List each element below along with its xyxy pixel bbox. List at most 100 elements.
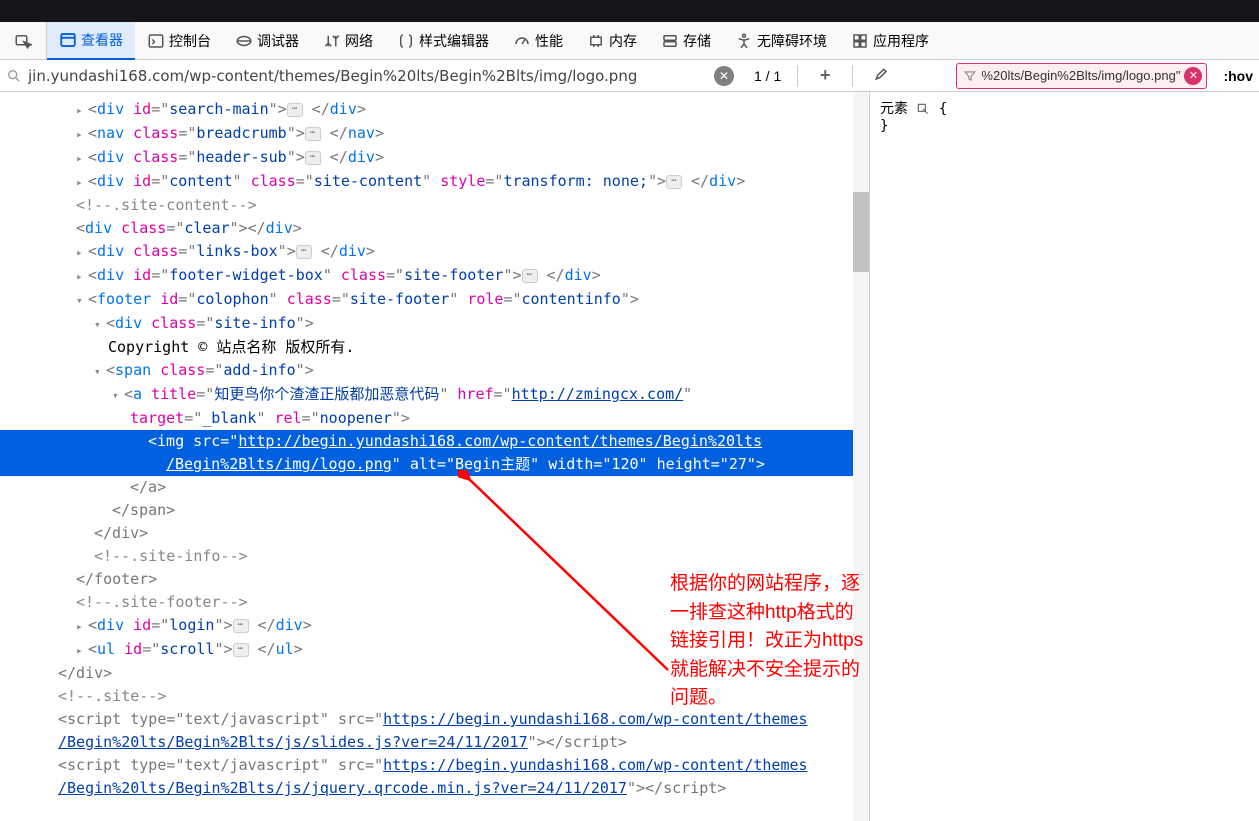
twisty-icon[interactable] (112, 383, 124, 407)
pick-element-icon (14, 32, 32, 50)
tab-label: 调试器 (257, 31, 299, 51)
debugger-icon (235, 32, 253, 50)
network-icon (323, 32, 341, 50)
styles-filter-chip[interactable]: %20lts/Begin%2Blts/img/logo.png" ✕ (956, 63, 1207, 89)
dom-close[interactable]: </span> (0, 499, 869, 522)
tab-label: 内存 (609, 31, 637, 51)
accessibility-icon (735, 32, 753, 50)
storage-icon (661, 32, 679, 50)
pick-element-button[interactable] (0, 22, 47, 60)
rules-close-brace: } (880, 118, 1249, 134)
tab-console[interactable]: 控制台 (135, 22, 223, 60)
ellipsis-icon[interactable]: ⋯ (666, 175, 682, 189)
dom-comment[interactable]: <!--.site-info--> (0, 545, 869, 568)
twisty-icon[interactable] (76, 170, 88, 194)
twisty-icon[interactable] (94, 312, 106, 336)
dom-node[interactable]: <div class="links-box">⋯ </div> (0, 240, 869, 264)
ellipsis-icon[interactable]: ⋯ (522, 269, 538, 283)
dom-text[interactable]: Copyright © 站点名称 版权所有. (0, 336, 869, 359)
inspector-searchbar: ✕ 1 / 1 + %20lts/Begin%2Blts/img/logo.pn… (0, 60, 1259, 92)
tab-label: 存储 (683, 31, 711, 51)
tab-performance[interactable]: 性能 (501, 22, 575, 60)
ellipsis-icon[interactable]: ⋯ (233, 643, 249, 657)
tab-label: 应用程序 (873, 31, 929, 51)
dom-node-wrap[interactable]: target="_blank" rel="noopener"> (0, 407, 869, 430)
tab-memory[interactable]: 内存 (575, 22, 649, 60)
ellipsis-icon[interactable]: ⋯ (296, 245, 312, 259)
hov-toggle[interactable]: :hov (1223, 68, 1253, 84)
dom-node[interactable]: <footer id="colophon" class="site-footer… (0, 288, 869, 312)
memory-icon (587, 32, 605, 50)
dom-close[interactable]: </footer> (0, 568, 869, 591)
tab-style-editor[interactable]: 样式编辑器 (385, 22, 501, 60)
twisty-icon[interactable] (76, 264, 88, 288)
scrollbar[interactable] (853, 92, 869, 821)
separator (852, 65, 853, 87)
dom-node-highlighted[interactable]: <img src="http://begin.yundashi168.com/w… (0, 430, 869, 453)
dom-close[interactable]: </a> (0, 476, 869, 499)
ellipsis-icon[interactable]: ⋯ (305, 127, 321, 141)
ellipsis-icon[interactable]: ⋯ (233, 619, 249, 633)
application-icon (851, 32, 869, 50)
ellipsis-icon[interactable]: ⋯ (287, 103, 303, 117)
twisty-icon[interactable] (76, 240, 88, 264)
tab-accessibility[interactable]: 无障碍环境 (723, 22, 839, 60)
search-icon (6, 68, 22, 84)
eyedropper-button[interactable] (869, 65, 891, 87)
browser-tabs-spacer (0, 0, 1259, 22)
performance-icon (513, 32, 531, 50)
twisty-icon[interactable] (76, 638, 88, 662)
dom-comment[interactable]: <!--.site-footer--> (0, 591, 869, 614)
rules-selector-line[interactable]: 元素 { (880, 98, 1249, 118)
dom-node[interactable]: <script type="text/javascript" src="http… (0, 708, 869, 731)
tab-storage[interactable]: 存储 (649, 22, 723, 60)
tab-label: 性能 (535, 31, 563, 51)
dom-node[interactable]: <a title="知更鸟你个渣渣正版都加恶意代码" href="http://… (0, 383, 869, 407)
dom-node[interactable]: <span class="add-info"> (0, 359, 869, 383)
tab-label: 查看器 (81, 30, 123, 50)
add-button[interactable]: + (814, 65, 836, 87)
filter-icon (963, 69, 977, 83)
dom-node-highlighted[interactable]: /Begin%2Blts/img/logo.png" alt="Begin主题"… (0, 453, 869, 476)
tab-debugger[interactable]: 调试器 (223, 22, 311, 60)
tab-inspector[interactable]: 查看器 (47, 22, 135, 60)
dom-comment[interactable]: <!--.site--> (0, 685, 869, 708)
dom-node-wrap[interactable]: /Begin%20lts/Begin%2Blts/js/jquery.qrcod… (0, 777, 869, 800)
twisty-icon[interactable] (76, 146, 88, 170)
dom-node[interactable]: <div id="footer-widget-box" class="site-… (0, 264, 869, 288)
dom-node[interactable]: <div id="login">⋯ </div> (0, 614, 869, 638)
dom-comment[interactable]: <!--.site-content--> (0, 194, 869, 217)
tab-network[interactable]: 网络 (311, 22, 385, 60)
dom-close[interactable]: </div> (0, 522, 869, 545)
devtools-toolbar: 查看器 控制台 调试器 网络 样式编辑器 性能 内存 存储 无障碍环境 应用程序 (0, 22, 1259, 60)
twisty-icon[interactable] (76, 122, 88, 146)
dom-node[interactable]: <div id="content" class="site-content" s… (0, 170, 869, 194)
dom-node[interactable]: <div class="site-info"> (0, 312, 869, 336)
search-page-indicator: 1 / 1 (754, 68, 781, 84)
ellipsis-icon[interactable]: ⋯ (305, 151, 321, 165)
rules-panel: 元素 { } (869, 92, 1259, 821)
twisty-icon[interactable] (76, 288, 88, 312)
tab-application[interactable]: 应用程序 (839, 22, 941, 60)
filter-text: %20lts/Begin%2Blts/img/logo.png" (981, 68, 1180, 83)
clear-search-button[interactable]: ✕ (714, 66, 734, 86)
dom-node[interactable]: <div class="clear"></div> (0, 217, 869, 240)
twisty-icon[interactable] (94, 359, 106, 383)
scroll-thumb[interactable] (853, 192, 869, 272)
search-input[interactable] (28, 62, 708, 90)
dom-node[interactable]: <div id="search-main">⋯ </div> (0, 98, 869, 122)
dom-node-wrap[interactable]: /Begin%20lts/Begin%2Blts/js/slides.js?ve… (0, 731, 869, 754)
dom-node[interactable]: <ul id="scroll">⋯ </ul> (0, 638, 869, 662)
inspector-icon (59, 31, 77, 49)
inspect-icon[interactable] (916, 102, 930, 116)
dom-node[interactable]: <div class="header-sub">⋯ </div> (0, 146, 869, 170)
clear-filter-button[interactable]: ✕ (1184, 67, 1202, 85)
tab-label: 无障碍环境 (757, 31, 827, 51)
dom-tree[interactable]: <div id="search-main">⋯ </div> <nav clas… (0, 92, 869, 821)
dom-node[interactable]: <script type="text/javascript" src="http… (0, 754, 869, 777)
separator (797, 65, 798, 87)
twisty-icon[interactable] (76, 98, 88, 122)
dom-node[interactable]: <nav class="breadcrumb">⋯ </nav> (0, 122, 869, 146)
twisty-icon[interactable] (76, 614, 88, 638)
dom-close[interactable]: </div> (0, 662, 869, 685)
